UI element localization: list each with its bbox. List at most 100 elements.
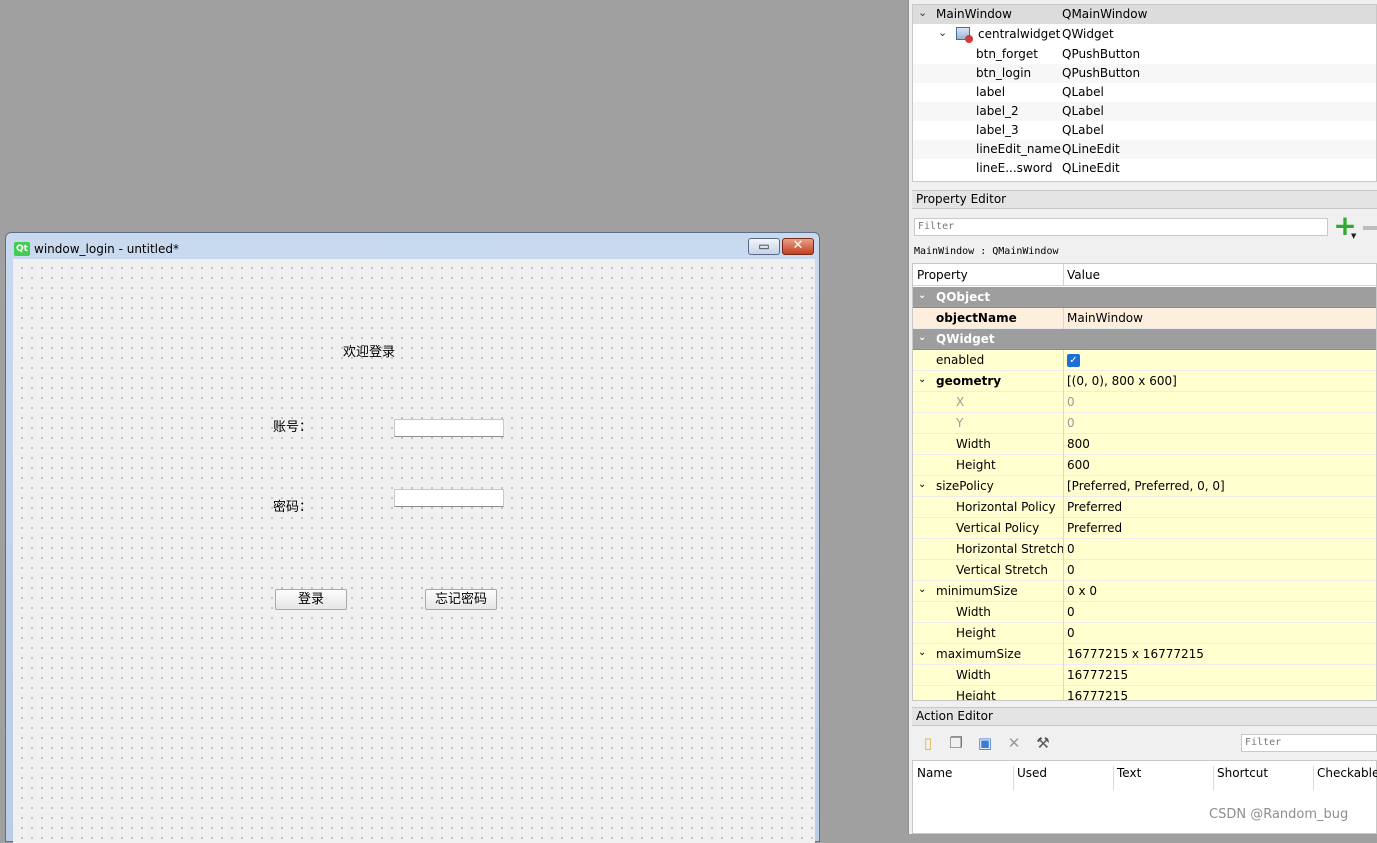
chevron-down-icon[interactable]: ⌄ [918, 647, 926, 658]
widget-icon [956, 27, 973, 43]
inspector-row-centralwidget[interactable]: ⌄ centralwidget QWidget [913, 25, 1376, 44]
account-input[interactable] [394, 419, 504, 437]
chevron-down-icon[interactable]: ⌄ [918, 374, 926, 385]
object-class: QMainWindow [1062, 7, 1148, 21]
property-value[interactable]: 0 [1067, 542, 1075, 556]
inspector-row-child[interactable]: label_3 QLabel [913, 121, 1376, 140]
column-header-property[interactable]: Property [917, 268, 968, 282]
property-value[interactable]: 0 [1067, 416, 1075, 430]
login-button[interactable]: 登录 [275, 589, 347, 610]
column-header-value[interactable]: Value [1067, 268, 1100, 282]
column-header[interactable]: Shortcut [1217, 766, 1268, 780]
property-name: sizePolicy [936, 479, 994, 493]
column-header[interactable]: Checkable [1317, 766, 1377, 780]
forget-password-button[interactable]: 忘记密码 [425, 589, 497, 610]
chevron-down-icon[interactable]: ⌄ [918, 479, 926, 490]
group-row-qobject[interactable]: ⌄ QObject [913, 287, 1376, 308]
property-row-max-width[interactable]: Width 16777215 [913, 665, 1376, 686]
inspector-row-mainwindow[interactable]: ⌄ MainWindow QMainWindow [913, 5, 1376, 24]
column-header[interactable]: Used [1017, 766, 1047, 780]
property-row-width[interactable]: Width 800 [913, 434, 1376, 455]
object-class: QWidget [1062, 27, 1114, 41]
property-row-horizontal-stretch[interactable]: Horizontal Stretch 0 [913, 539, 1376, 560]
property-value[interactable]: 0 [1067, 563, 1075, 577]
property-value[interactable]: Preferred [1067, 521, 1122, 535]
group-row-qwidget[interactable]: ⌄ QWidget [913, 329, 1376, 350]
property-value[interactable]: 16777215 [1067, 668, 1128, 682]
inspector-row-child[interactable]: btn_forget QPushButton [913, 45, 1376, 64]
property-value[interactable]: 0 [1067, 605, 1075, 619]
property-row-min-height[interactable]: Height 0 [913, 623, 1376, 644]
inspector-row-child[interactable]: label_2 QLabel [913, 102, 1376, 121]
delete-action-icon[interactable]: ✕ [1005, 733, 1023, 753]
property-value[interactable]: 0 [1067, 626, 1075, 640]
property-value[interactable]: 16777215 [1067, 689, 1128, 700]
account-label[interactable]: 账号： [273, 416, 312, 435]
close-button[interactable]: ✕ [782, 238, 814, 255]
property-row-objectname[interactable]: objectName MainWindow [913, 308, 1376, 329]
dropdown-arrow-icon[interactable]: ▼ [1351, 232, 1356, 240]
object-name: centralwidget [978, 27, 1061, 41]
property-value[interactable]: 0 [1067, 395, 1075, 409]
inspector-row-child[interactable]: btn_login QPushButton [913, 64, 1376, 83]
property-value[interactable]: 800 [1067, 437, 1090, 451]
property-value[interactable]: MainWindow [1067, 311, 1143, 325]
property-name: Vertical Stretch [956, 563, 1049, 577]
chevron-down-icon[interactable]: ⌄ [938, 26, 947, 39]
column-header[interactable]: Text [1117, 766, 1141, 780]
property-row-vertical-policy[interactable]: Vertical Policy Preferred [913, 518, 1376, 539]
configure-wrench-icon[interactable]: ⚒ [1034, 733, 1052, 753]
property-value[interactable]: Preferred [1067, 500, 1122, 514]
property-value[interactable]: 0 x 0 [1067, 584, 1097, 598]
property-value[interactable]: 600 [1067, 458, 1090, 472]
object-name: btn_forget [976, 47, 1038, 61]
property-filter-input[interactable]: Filter [914, 218, 1328, 236]
column-divider [1063, 455, 1064, 476]
property-row-minimumsize[interactable]: ⌄ minimumSize 0 x 0 [913, 581, 1376, 602]
object-class: QLineEdit [1062, 161, 1120, 175]
property-row-vertical-stretch[interactable]: Vertical Stretch 0 [913, 560, 1376, 581]
property-row-horizontal-policy[interactable]: Horizontal Policy Preferred [913, 497, 1376, 518]
property-name: Width [956, 605, 991, 619]
property-row-height[interactable]: Height 600 [913, 455, 1376, 476]
property-row-y[interactable]: Y 0 [913, 413, 1376, 434]
property-row-maximumsize[interactable]: ⌄ maximumSize 16777215 x 16777215 [913, 644, 1376, 665]
password-label[interactable]: 密码： [273, 496, 312, 515]
column-divider [1063, 665, 1064, 686]
property-row-sizepolicy[interactable]: ⌄ sizePolicy [Preferred, Preferred, 0, 0… [913, 476, 1376, 497]
action-filter-input[interactable]: Filter [1241, 734, 1377, 752]
property-row-geometry[interactable]: ⌄ geometry [(0, 0), 800 x 600] [913, 371, 1376, 392]
inspector-row-child[interactable]: label QLabel [913, 83, 1376, 102]
property-value[interactable]: 16777215 x 16777215 [1067, 647, 1204, 661]
minimize-button[interactable]: ▭ [748, 238, 780, 255]
property-value[interactable]: [Preferred, Preferred, 0, 0] [1067, 479, 1225, 493]
property-name: enabled [936, 353, 985, 367]
chevron-down-icon[interactable]: ⌄ [918, 584, 926, 595]
column-header[interactable]: Name [917, 766, 952, 780]
chevron-down-icon[interactable]: ⌄ [918, 290, 926, 301]
object-name: lineE...sword [976, 161, 1053, 175]
chevron-down-icon[interactable]: ⌄ [918, 332, 926, 343]
form-canvas[interactable]: 欢迎登录 账号： 密码： 登录 忘记密码 [13, 259, 815, 843]
column-divider [1063, 581, 1064, 602]
property-value[interactable]: [(0, 0), 800 x 600] [1067, 374, 1177, 388]
copy-action-icon[interactable]: ❐ [947, 733, 965, 753]
welcome-label[interactable]: 欢迎登录 [343, 341, 395, 360]
column-divider [1063, 264, 1064, 286]
property-row-min-width[interactable]: Width 0 [913, 602, 1376, 623]
inspector-row-child[interactable]: lineEdit_name QLineEdit [913, 140, 1376, 159]
new-action-icon[interactable]: ▯ [919, 733, 937, 753]
paste-action-icon[interactable]: ▣ [976, 733, 994, 753]
password-input[interactable] [394, 489, 504, 507]
inspector-row-child[interactable]: lineE...sword QLineEdit [913, 159, 1376, 178]
group-label: QWidget [936, 332, 995, 346]
object-name: label_3 [976, 123, 1019, 137]
chevron-down-icon[interactable]: ⌄ [918, 6, 927, 19]
form-titlebar[interactable]: Qt window_login - untitled* ▭ ✕ [6, 233, 819, 259]
property-row-max-height[interactable]: Height 16777215 [913, 686, 1376, 700]
enabled-checkbox[interactable]: ✓ [1067, 354, 1080, 367]
property-row-x[interactable]: X 0 [913, 392, 1376, 413]
toolbar-extension-handle[interactable] [1363, 226, 1377, 230]
form-window: Qt window_login - untitled* ▭ ✕ 欢迎登录 账号：… [5, 232, 820, 843]
property-row-enabled[interactable]: enabled ✓ [913, 350, 1376, 371]
